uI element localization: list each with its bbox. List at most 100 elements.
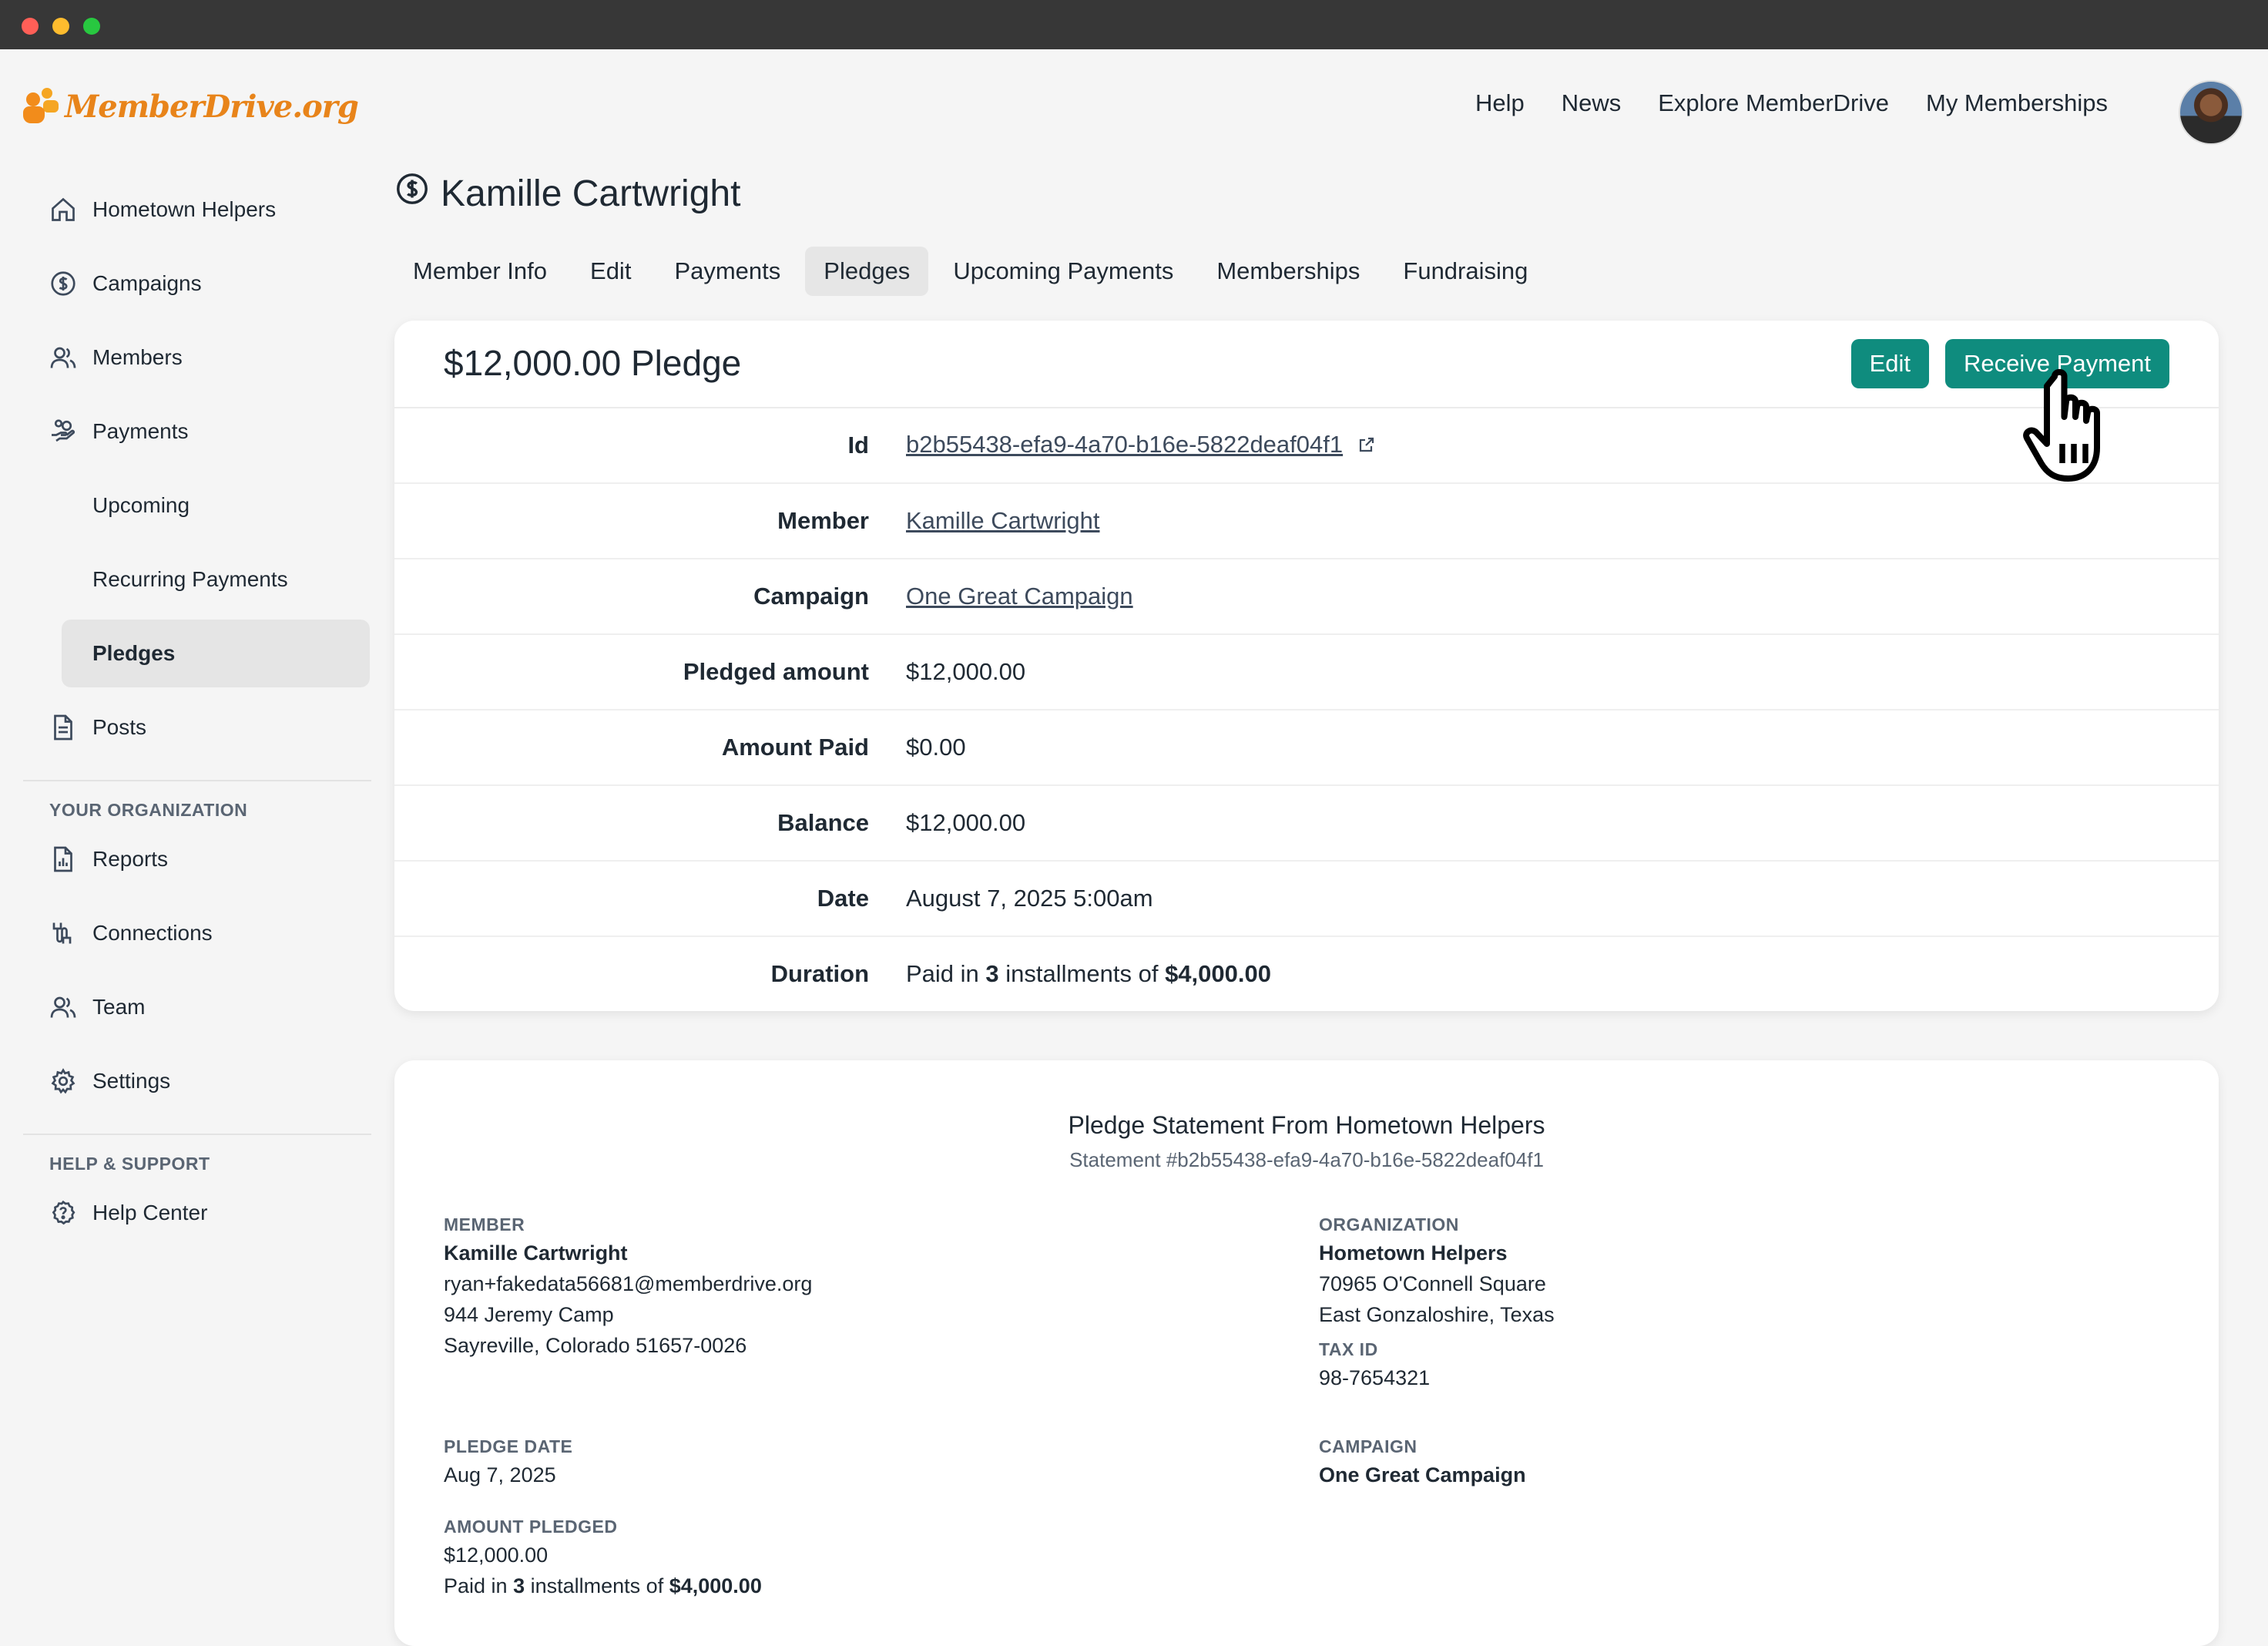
sidebar-item-payments[interactable]: Payments (23, 398, 371, 465)
window-titlebar (0, 0, 2268, 49)
sidebar-item-pledges[interactable]: Pledges (62, 620, 370, 687)
team-icon (48, 992, 79, 1023)
detail-row-date: Date August 7, 2025 5:00am (394, 862, 2219, 937)
detail-value: One Great Campaign (906, 583, 1133, 610)
campaign-heading: CAMPAIGN (1319, 1436, 1418, 1456)
sidebar-item-label: Reports (92, 847, 169, 871)
minimize-window-button[interactable] (52, 18, 69, 35)
sidebar-item-reports[interactable]: Reports (23, 825, 371, 893)
detail-label: Duration (770, 960, 869, 987)
detail-row-id: Id b2b55438-efa9-4a70-b16e-5822deaf04f1 (394, 408, 2219, 484)
sidebar-divider (23, 780, 371, 781)
pledge-date-heading: PLEDGE DATE (444, 1436, 573, 1456)
hand-coins-icon (48, 416, 79, 447)
detail-value: b2b55438-efa9-4a70-b16e-5822deaf04f1 (906, 431, 1376, 460)
pledge-title: $12,000.00 Pledge (444, 343, 742, 383)
sidebar-item-label: Posts (92, 715, 147, 739)
sidebar-item-upcoming[interactable]: Upcoming (23, 472, 371, 539)
sidebar-heading-organization: YOUR ORGANIZATION (49, 800, 248, 820)
logo-text: MemberDrive.org (65, 88, 359, 125)
sidebar-item-connections[interactable]: Connections (23, 899, 371, 967)
sidebar-item-team[interactable]: Team (23, 973, 371, 1041)
nav-help[interactable]: Help (1475, 86, 1525, 120)
member-address-line2: Sayreville, Colorado 51657-0026 (444, 1334, 747, 1357)
sidebar-heading-help: HELP & SUPPORT (49, 1154, 210, 1174)
amount-pledged-value: $12,000.00 (444, 1544, 549, 1567)
detail-label: Pledged amount (683, 658, 869, 685)
organization-address-line2: East Gonzaloshire, Texas (1319, 1303, 1555, 1326)
dollar-circle-icon (48, 268, 79, 299)
sidebar-item-settings[interactable]: Settings (23, 1047, 371, 1115)
detail-value: August 7, 2025 5:00am (906, 885, 1153, 912)
nav-my-memberships[interactable]: My Memberships (1926, 86, 2108, 120)
nav-explore[interactable]: Explore MemberDrive (1658, 86, 1889, 120)
statement-member-block: MEMBER Kamille Cartwright ryan+fakedata5… (444, 1211, 812, 1361)
amount-pledged-heading: AMOUNT PLEDGED (444, 1517, 618, 1537)
organization-address-line1: 70965 O'Connell Square (1319, 1272, 1546, 1295)
dollar-circle-icon (394, 171, 430, 216)
report-icon (48, 844, 79, 875)
detail-label: Campaign (753, 583, 869, 610)
tab-memberships[interactable]: Memberships (1198, 247, 1378, 296)
tab-pledges[interactable]: Pledges (805, 247, 929, 296)
tab-edit[interactable]: Edit (572, 247, 649, 296)
member-link[interactable]: Kamille Cartwright (906, 507, 1100, 534)
sidebar-item-label: Help Center (92, 1201, 208, 1224)
maximize-window-button[interactable] (83, 18, 100, 35)
sidebar-item-label: Settings (92, 1069, 171, 1093)
detail-row-amount-paid: Amount Paid $0.00 (394, 710, 2219, 786)
edit-pledge-button[interactable]: Edit (1850, 339, 1929, 388)
sidebar-item-label: Campaigns (92, 271, 202, 295)
memberdrive-logo[interactable]: MemberDrive.org (23, 86, 359, 126)
tab-upcoming-payments[interactable]: Upcoming Payments (934, 247, 1192, 296)
statement-number: Statement #b2b55438-efa9-4a70-b16e-5822d… (1069, 1148, 1544, 1171)
member-heading: MEMBER (444, 1214, 525, 1234)
statement-organization-block: ORGANIZATION Hometown Helpers 70965 O'Co… (1319, 1211, 1555, 1393)
organization-name: Hometown Helpers (1319, 1241, 1508, 1265)
tab-fundraising[interactable]: Fundraising (1384, 247, 1546, 296)
statement-pledge-date-block: PLEDGE DATE Aug 7, 2025 (444, 1433, 572, 1490)
tax-id-value: 98-7654321 (1319, 1366, 1431, 1389)
tax-id-heading: TAX ID (1319, 1339, 1378, 1359)
sidebar: Hometown Helpers Campaigns Members Payme… (23, 176, 371, 1253)
tab-member-info[interactable]: Member Info (394, 247, 565, 296)
member-name: Kamille Cartwright (444, 1241, 628, 1265)
top-navigation: Help News Explore MemberDrive My Members… (1475, 86, 2108, 120)
pledge-statement-card: Pledge Statement From Hometown Helpers S… (394, 1060, 2219, 1646)
statement-campaign-block: CAMPAIGN One Great Campaign (1319, 1433, 1526, 1490)
nav-news[interactable]: News (1562, 86, 1622, 120)
member-tabs: Member Info Edit Payments Pledges Upcomi… (394, 247, 1546, 296)
sidebar-item-help-center[interactable]: Help Center (23, 1179, 371, 1247)
sidebar-item-recurring-payments[interactable]: Recurring Payments (23, 546, 371, 613)
tab-payments[interactable]: Payments (656, 247, 799, 296)
sidebar-item-members[interactable]: Members (23, 324, 371, 391)
detail-row-pledged-amount: Pledged amount $12,000.00 (394, 635, 2219, 710)
detail-label: Id (847, 432, 869, 459)
users-icon (48, 342, 79, 373)
detail-row-balance: Balance $12,000.00 (394, 786, 2219, 862)
user-avatar[interactable] (2179, 80, 2243, 145)
sidebar-item-hometown-helpers[interactable]: Hometown Helpers (23, 176, 371, 244)
detail-label: Member (777, 507, 869, 534)
detail-row-campaign: Campaign One Great Campaign (394, 559, 2219, 635)
pledge-id-link[interactable]: b2b55438-efa9-4a70-b16e-5822deaf04f1 (906, 431, 1343, 458)
sidebar-item-label: Connections (92, 921, 213, 945)
detail-row-member: Member Kamille Cartwright (394, 484, 2219, 559)
organization-heading: ORGANIZATION (1319, 1214, 1459, 1234)
sidebar-divider (23, 1134, 371, 1135)
sidebar-item-label: Team (92, 995, 146, 1019)
connections-icon (48, 918, 79, 949)
campaign-link[interactable]: One Great Campaign (906, 583, 1133, 610)
pledge-details-card: $12,000.00 Pledge Edit Receive Payment I… (394, 321, 2219, 1011)
close-window-button[interactable] (22, 18, 39, 35)
statement-title: Pledge Statement From Hometown Helpers (1068, 1111, 1545, 1139)
member-email: ryan+fakedata56681@memberdrive.org (444, 1272, 813, 1295)
installments-prefix: Paid in (444, 1574, 508, 1597)
external-link-icon[interactable] (1357, 432, 1376, 460)
sidebar-item-posts[interactable]: Posts (23, 694, 371, 761)
sidebar-item-campaigns[interactable]: Campaigns (23, 250, 371, 317)
gear-icon (48, 1066, 79, 1097)
sidebar-item-label: Payments (92, 419, 189, 443)
page-title-text: Kamille Cartwright (441, 173, 741, 214)
question-circle-icon (48, 1198, 79, 1228)
